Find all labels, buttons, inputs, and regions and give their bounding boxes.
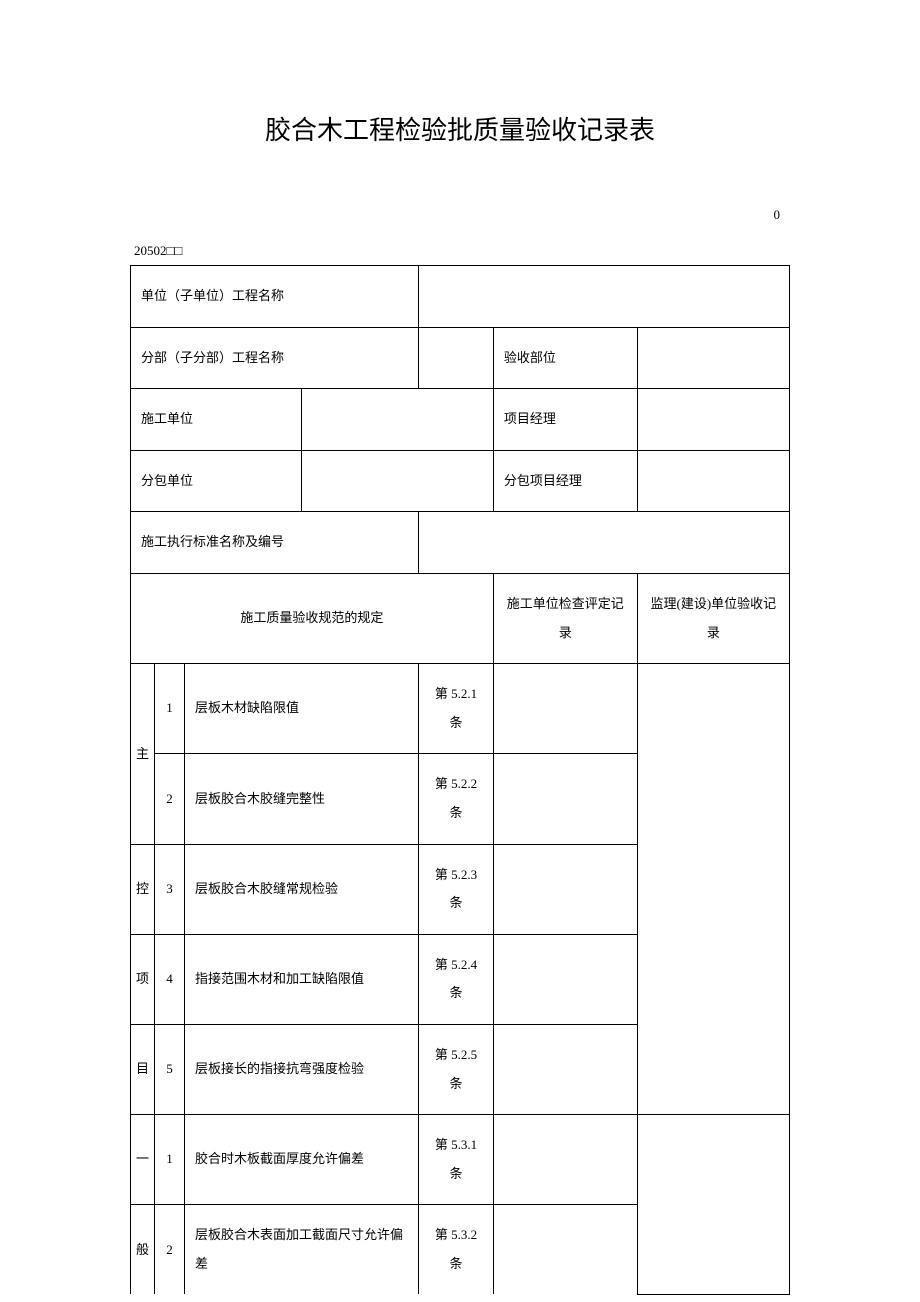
unit-project-label: 单位（子单位）工程名称 — [131, 266, 419, 328]
col-accept: 监理(建设)单位验收记录 — [637, 573, 789, 663]
item-desc: 层板接长的指接抗弯强度检验 — [185, 1024, 419, 1114]
item-desc: 层板胶合木表面加工截面尺寸允许偏差 — [185, 1205, 419, 1295]
standard-label: 施工执行标准名称及编号 — [131, 512, 419, 574]
pm-label: 项目经理 — [493, 389, 637, 451]
item-num: 3 — [155, 844, 185, 934]
item-check — [493, 934, 637, 1024]
form-code: 20502□□ — [130, 243, 790, 259]
item-clause: 第 5.3.2 条 — [419, 1205, 494, 1295]
item-desc: 指接范围木材和加工缺陷限值 — [185, 934, 419, 1024]
item-desc: 层板胶合木胶缝完整性 — [185, 754, 419, 844]
accept-part-value — [637, 327, 789, 389]
item-check — [493, 664, 637, 754]
general-label-2: 般 — [131, 1205, 155, 1295]
construction-unit-label: 施工单位 — [131, 389, 302, 451]
sub-pm-value — [637, 450, 789, 512]
item-num: 1 — [155, 664, 185, 754]
header-row-4: 分包单位 分包项目经理 — [131, 450, 790, 512]
item-check — [493, 1024, 637, 1114]
sub-pm-label: 分包项目经理 — [493, 450, 637, 512]
header-row-2: 分部（子分部）工程名称 验收部位 — [131, 327, 790, 389]
division-project-label: 分部（子分部）工程名称 — [131, 327, 419, 389]
main-label-4: 目 — [131, 1024, 155, 1114]
main-accept — [637, 664, 789, 1115]
subcontract-unit-value — [302, 450, 494, 512]
item-check — [493, 1205, 637, 1295]
construction-unit-value — [302, 389, 494, 451]
general-label-1: 一 — [131, 1115, 155, 1205]
item-desc: 层板木材缺陷限值 — [185, 664, 419, 754]
col-spec: 施工质量验收规范的规定 — [131, 573, 494, 663]
item-clause: 第 5.2.1 条 — [419, 664, 494, 754]
item-clause: 第 5.2.3 条 — [419, 844, 494, 934]
item-clause: 第 5.2.5 条 — [419, 1024, 494, 1114]
main-label-1: 主 — [131, 664, 155, 844]
header-row-5: 施工执行标准名称及编号 — [131, 512, 790, 574]
unit-project-value — [419, 266, 790, 328]
header-row-3: 施工单位 项目经理 — [131, 389, 790, 451]
page-title: 胶合木工程检验批质量验收记录表 — [130, 110, 790, 147]
item-num: 1 — [155, 1115, 185, 1205]
item-check — [493, 754, 637, 844]
item-desc: 胶合时木板截面厚度允许偏差 — [185, 1115, 419, 1205]
general-accept — [637, 1115, 789, 1295]
item-clause: 第 5.2.4 条 — [419, 934, 494, 1024]
item-num: 2 — [155, 1205, 185, 1295]
division-project-value — [419, 327, 494, 389]
item-num: 4 — [155, 934, 185, 1024]
column-header-row: 施工质量验收规范的规定 施工单位检查评定记录 监理(建设)单位验收记录 — [131, 573, 790, 663]
subcontract-unit-label: 分包单位 — [131, 450, 302, 512]
header-row-1: 单位（子单位）工程名称 — [131, 266, 790, 328]
main-item-row: 主 1 层板木材缺陷限值 第 5.2.1 条 — [131, 664, 790, 754]
item-desc: 层板胶合木胶缝常规检验 — [185, 844, 419, 934]
standard-value — [419, 512, 790, 574]
main-label-2: 控 — [131, 844, 155, 934]
main-label-3: 项 — [131, 934, 155, 1024]
item-clause: 第 5.2.2 条 — [419, 754, 494, 844]
general-item-row: 一 1 胶合时木板截面厚度允许偏差 第 5.3.1 条 — [131, 1115, 790, 1205]
accept-part-label: 验收部位 — [493, 327, 637, 389]
item-check — [493, 1115, 637, 1205]
top-right-marker: 0 — [130, 207, 790, 223]
inspection-table: 单位（子单位）工程名称 分部（子分部）工程名称 验收部位 施工单位 项目经理 分… — [130, 265, 790, 1295]
item-num: 5 — [155, 1024, 185, 1114]
col-check: 施工单位检查评定记录 — [493, 573, 637, 663]
item-num: 2 — [155, 754, 185, 844]
item-clause: 第 5.3.1 条 — [419, 1115, 494, 1205]
pm-value — [637, 389, 789, 451]
item-check — [493, 844, 637, 934]
